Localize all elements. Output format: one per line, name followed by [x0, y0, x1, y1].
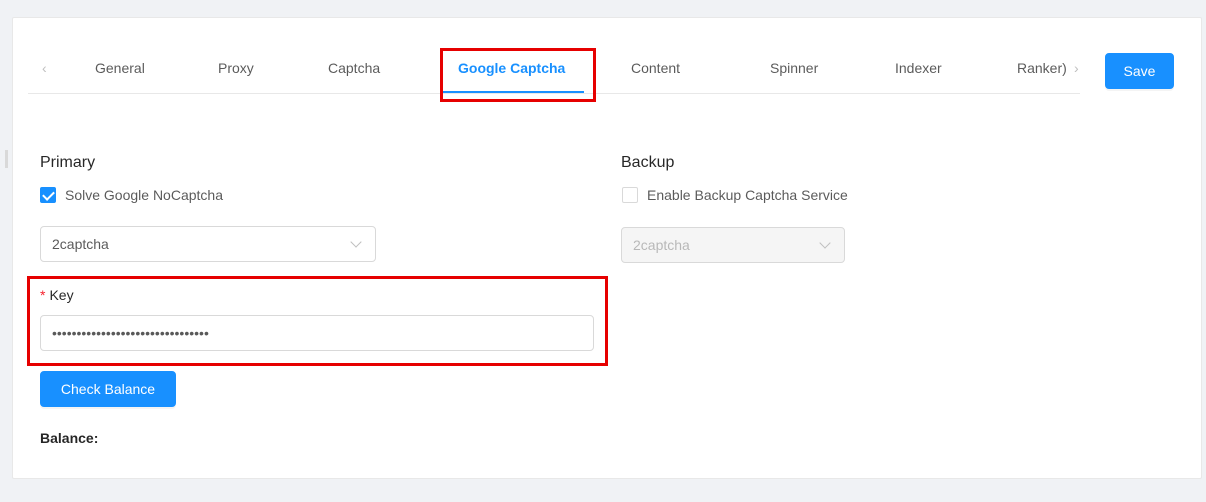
scroll-edge-marker — [5, 150, 8, 168]
primary-service-value: 2captcha — [52, 236, 109, 252]
tab-highlight-box — [440, 48, 596, 102]
primary-section-title: Primary — [40, 154, 96, 171]
balance-label: Balance: — [40, 430, 99, 446]
backup-section-title: Backup — [621, 154, 675, 171]
checkbox-checked-icon[interactable] — [40, 187, 56, 203]
tab-indexer[interactable]: Indexer — [895, 60, 942, 76]
tab-next-icon[interactable]: › — [1074, 60, 1079, 76]
backup-service-value: 2captcha — [633, 237, 690, 253]
backup-service-select[interactable]: 2captcha — [621, 227, 845, 263]
check-balance-button[interactable]: Check Balance — [40, 371, 176, 407]
save-button[interactable]: Save — [1105, 53, 1174, 89]
tab-spinner[interactable]: Spinner — [770, 60, 818, 76]
solve-google-nocaptcha-checkbox[interactable]: Solve Google NoCaptcha — [40, 187, 223, 203]
primary-service-select[interactable]: 2captcha — [40, 226, 376, 262]
key-highlight-box — [27, 276, 608, 366]
tab-captcha[interactable]: Captcha — [328, 60, 380, 76]
chevron-down-icon — [350, 235, 362, 248]
checkbox-unchecked-icon[interactable] — [622, 187, 638, 203]
enable-backup-captcha-label: Enable Backup Captcha Service — [647, 187, 848, 203]
solve-google-nocaptcha-label: Solve Google NoCaptcha — [65, 187, 223, 203]
chevron-down-icon — [819, 236, 831, 249]
enable-backup-captcha-checkbox[interactable]: Enable Backup Captcha Service — [622, 187, 848, 203]
tab-proxy[interactable]: Proxy — [218, 60, 254, 76]
tab-prev-icon[interactable]: ‹ — [42, 60, 47, 76]
tab-content[interactable]: Content — [631, 60, 680, 76]
tab-general[interactable]: General — [95, 60, 145, 76]
tab-ranker[interactable]: Ranker) — [1017, 60, 1067, 76]
